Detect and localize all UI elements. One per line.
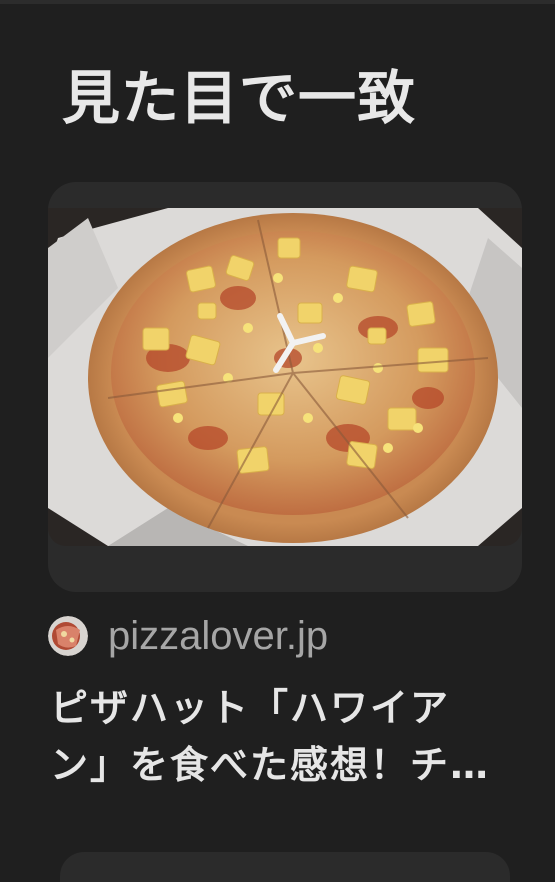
result-card[interactable] <box>48 182 522 592</box>
result-title-line-2: ン」を食べた感想！チ… <box>50 743 491 787</box>
next-result-card[interactable] <box>60 852 510 882</box>
source-domain: pizzalover.jp <box>108 614 329 658</box>
result-image[interactable] <box>48 208 522 546</box>
source-row[interactable]: pizzalover.jp <box>48 612 328 660</box>
pizza-photo-icon <box>48 208 522 546</box>
result-title[interactable]: ピザハット「ハワイア ン」を食べた感想！チ… <box>50 680 530 794</box>
site-favicon-icon <box>48 616 88 656</box>
result-title-line-1: ピザハット「ハワイア <box>50 686 451 730</box>
top-divider <box>0 0 555 4</box>
section-title: 見た目で一致 <box>62 64 417 132</box>
